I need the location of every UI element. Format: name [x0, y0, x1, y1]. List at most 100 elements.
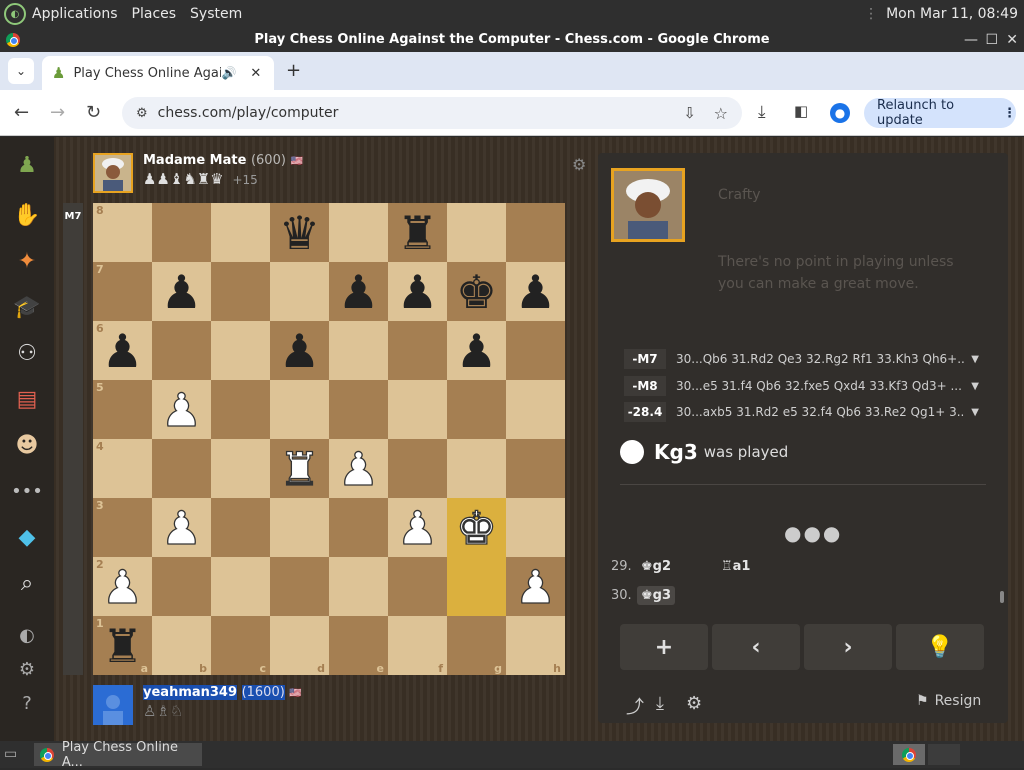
- site-info-icon[interactable]: ⚙: [136, 106, 148, 121]
- square-b1[interactable]: b: [152, 616, 211, 675]
- square-e8[interactable]: [329, 203, 388, 262]
- resign-button[interactable]: ⚑ Resign: [916, 693, 981, 709]
- square-d7[interactable]: [270, 262, 329, 321]
- workspace-switcher-icon[interactable]: [893, 744, 925, 765]
- social-icon[interactable]: ☻: [11, 429, 43, 461]
- black-pawn-piece[interactable]: ♟: [279, 328, 320, 374]
- chevron-down-icon[interactable]: ▼: [971, 407, 979, 418]
- square-g2[interactable]: [447, 557, 506, 616]
- square-g3[interactable]: ♚: [447, 498, 506, 557]
- diamond-icon[interactable]: ◆: [11, 521, 43, 553]
- square-c8[interactable]: [211, 203, 270, 262]
- chess-logo-icon[interactable]: ♟: [11, 149, 43, 181]
- previous-move-button[interactable]: ‹: [712, 624, 800, 670]
- white-rook-piece[interactable]: ♜: [278, 445, 321, 492]
- move-white[interactable]: ♚g2: [637, 557, 717, 576]
- square-g4[interactable]: [447, 439, 506, 498]
- square-c6[interactable]: [211, 321, 270, 380]
- movelist-scrollbar[interactable]: [1000, 591, 1004, 603]
- search-icon[interactable]: ⌕: [11, 567, 43, 599]
- square-b5[interactable]: ♟: [152, 380, 211, 439]
- move-black[interactable]: ♖a1: [717, 557, 754, 576]
- square-a1[interactable]: 1 a ♜: [93, 616, 152, 675]
- help-icon[interactable]: ?: [11, 687, 43, 719]
- square-g8[interactable]: [447, 203, 506, 262]
- square-f2[interactable]: [388, 557, 447, 616]
- square-g6[interactable]: ♟: [447, 321, 506, 380]
- black-rook-piece[interactable]: ♜: [102, 623, 143, 669]
- engine-line[interactable]: -M7 30...Qb6 31.Rd2 Qe3 32.Rg2 Rf1 33.Kh…: [624, 347, 979, 371]
- reload-icon[interactable]: ↻: [86, 102, 101, 123]
- square-f4[interactable]: [388, 439, 447, 498]
- places-menu[interactable]: Places: [132, 6, 177, 22]
- square-f8[interactable]: ♜: [388, 203, 447, 262]
- learn-icon[interactable]: 🎓: [11, 291, 43, 323]
- square-a5[interactable]: 5: [93, 380, 152, 439]
- square-a2[interactable]: 2 ♟: [93, 557, 152, 616]
- black-queen-piece[interactable]: ♛: [279, 210, 320, 256]
- new-tab-icon[interactable]: +: [286, 60, 301, 81]
- bot-avatar[interactable]: [611, 168, 685, 242]
- next-move-button[interactable]: ›: [804, 624, 892, 670]
- omnibox[interactable]: ⚙ chess.com/play/computer ⇩ ☆: [122, 97, 742, 129]
- square-a7[interactable]: 7: [93, 262, 152, 321]
- square-a4[interactable]: 4: [93, 439, 152, 498]
- square-h2[interactable]: ♟: [506, 557, 565, 616]
- square-d6[interactable]: ♟: [270, 321, 329, 380]
- white-pawn-piece[interactable]: ♟: [337, 445, 380, 492]
- square-a3[interactable]: 3: [93, 498, 152, 557]
- maximize-icon[interactable]: ☐: [985, 28, 998, 52]
- black-rook-piece[interactable]: ♜: [397, 210, 438, 256]
- bookmark-star-icon[interactable]: ☆: [714, 104, 728, 123]
- more-icon[interactable]: •••: [11, 475, 43, 507]
- chevron-down-icon[interactable]: ▼: [971, 381, 979, 392]
- settings-icon[interactable]: ⚙: [11, 653, 43, 685]
- square-g5[interactable]: [447, 380, 506, 439]
- puzzles-icon[interactable]: ✦: [11, 245, 43, 277]
- white-pawn-piece[interactable]: ♟: [160, 504, 203, 551]
- user-avatar[interactable]: [93, 685, 133, 725]
- square-h5[interactable]: [506, 380, 565, 439]
- square-e6[interactable]: [329, 321, 388, 380]
- tab-chess[interactable]: ♟ Play Chess Online Agains 🔊 ✕: [42, 56, 274, 90]
- black-pawn-piece[interactable]: ♟: [456, 328, 497, 374]
- square-c1[interactable]: c: [211, 616, 270, 675]
- square-a8[interactable]: 8: [93, 203, 152, 262]
- black-pawn-piece[interactable]: ♟: [102, 328, 143, 374]
- show-desktop-icon[interactable]: ▭: [4, 746, 17, 762]
- chess-board[interactable]: 8 ♛ ♜ 7 ♟ ♟ ♟ ♚ ♟ 6 ♟ ♟ ♟ 5 ♟ 4 ♜ ♟ 3 ♟ ♟ ♚ 2 ♟ ♟ 1 a ♜ b c d e f g h: [93, 203, 565, 675]
- user-name[interactable]: yeahman349: [143, 685, 238, 700]
- square-f7[interactable]: ♟: [388, 262, 447, 321]
- theme-icon[interactable]: ◐: [11, 619, 43, 651]
- square-c2[interactable]: [211, 557, 270, 616]
- system-menu[interactable]: System: [190, 6, 242, 22]
- white-king-piece[interactable]: ♚: [455, 504, 498, 551]
- black-pawn-piece[interactable]: ♟: [161, 269, 202, 315]
- download-icon[interactable]: ⤓: [656, 693, 664, 714]
- audio-icon[interactable]: 🔊: [221, 66, 236, 80]
- distro-logo-icon[interactable]: ◐: [4, 3, 26, 25]
- black-pawn-piece[interactable]: ♟: [515, 269, 556, 315]
- square-e1[interactable]: e: [329, 616, 388, 675]
- square-b6[interactable]: [152, 321, 211, 380]
- chevron-down-icon[interactable]: ▼: [971, 354, 979, 365]
- game-settings-icon[interactable]: ⚙: [686, 693, 702, 714]
- square-f5[interactable]: [388, 380, 447, 439]
- square-d8[interactable]: ♛: [270, 203, 329, 262]
- square-h7[interactable]: ♟: [506, 262, 565, 321]
- white-pawn-piece[interactable]: ♟: [101, 563, 144, 610]
- hint-button[interactable]: 💡: [896, 624, 984, 670]
- install-app-icon[interactable]: ⇩: [683, 104, 696, 122]
- close-window-icon[interactable]: ✕: [1006, 28, 1018, 52]
- tab-close-icon[interactable]: ✕: [250, 66, 261, 81]
- back-icon[interactable]: ←: [14, 102, 29, 123]
- white-pawn-piece[interactable]: ♟: [514, 563, 557, 610]
- opponent-avatar[interactable]: [93, 153, 133, 193]
- white-pawn-piece[interactable]: ♟: [160, 386, 203, 433]
- square-e4[interactable]: ♟: [329, 439, 388, 498]
- square-h6[interactable]: [506, 321, 565, 380]
- black-pawn-piece[interactable]: ♟: [397, 269, 438, 315]
- square-f6[interactable]: [388, 321, 447, 380]
- profile-icon[interactable]: ●: [830, 103, 850, 123]
- taskbar-chrome-item[interactable]: Play Chess Online A...: [34, 740, 202, 770]
